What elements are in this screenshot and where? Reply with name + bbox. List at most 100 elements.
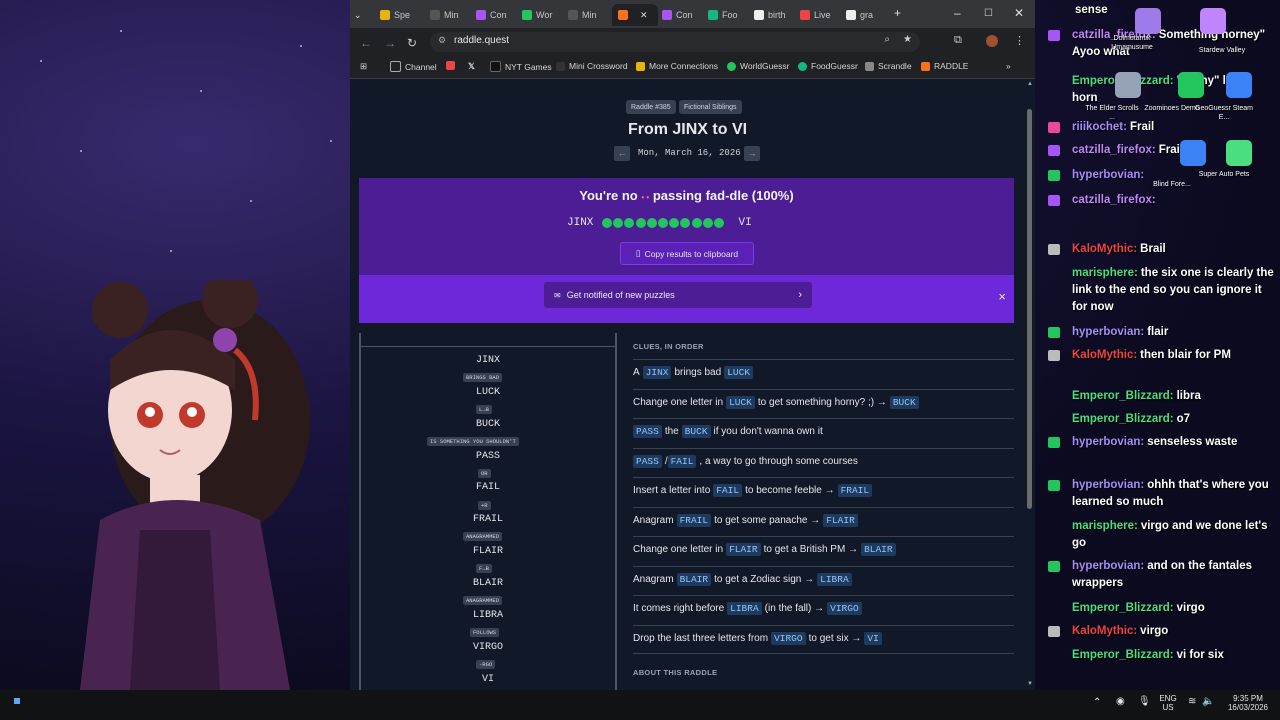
clock[interactable]: 9:35 PM 16/03/2026 (1222, 694, 1274, 712)
extensions-icon[interactable]: ⧉ (954, 34, 962, 47)
headline-part: passing fad-dle (100%) (652, 188, 794, 203)
back-icon[interactable]: ← (360, 36, 372, 50)
tab[interactable]: Con (476, 4, 516, 26)
date-text: 16/03/2026 (1227, 703, 1269, 712)
chat-message: hyperbovian: senseless waste (1072, 434, 1277, 451)
prev-day-button[interactable]: ← (614, 146, 630, 161)
desktop-app-icon[interactable] (1226, 72, 1252, 98)
clue-word: BUCK (889, 395, 919, 409)
clue-row: PASS the BUCK if you don't wanna own it (633, 418, 1014, 444)
progress-dot (602, 218, 612, 228)
notify-button[interactable]: ✉ Get notified of new puzzles › (544, 282, 812, 308)
wifi-icon[interactable]: ≋ (1188, 696, 1196, 707)
chat-username: hyperbovian: (1072, 169, 1145, 181)
chat-message: hyperbovian: ohhh that's where you learne… (1072, 477, 1277, 511)
tab[interactable]: Min (430, 4, 470, 26)
bookmark-label: NYT Games (505, 61, 552, 72)
clue-text: Anagram (633, 573, 674, 585)
tab-search-button[interactable]: ⌄ (354, 4, 370, 26)
bookmark-raddle[interactable]: RADDLE (921, 61, 968, 71)
chat-message: Emperor_Blizzard: o7 (1072, 411, 1277, 428)
clue-text: to get six → (808, 632, 862, 644)
apps-icon[interactable]: ⊞ (360, 61, 367, 72)
desktop-app-icon[interactable] (1200, 8, 1226, 34)
tab[interactable]: birth (754, 4, 794, 26)
close-notify-icon[interactable]: × (998, 289, 1006, 304)
tray-app-icon[interactable]: ◉ (1116, 696, 1125, 707)
youtube-bookmark-icon[interactable] (446, 61, 459, 70)
bookmark-nyt-games[interactable]: NYT Games (490, 61, 552, 72)
lang-text: ENG (1159, 694, 1177, 703)
start-icon[interactable] (14, 698, 20, 704)
tab[interactable]: Con (662, 4, 702, 26)
ladder-connector: L→B (476, 405, 492, 414)
bookmark-label: WorldGuessr (740, 61, 790, 71)
tab[interactable]: Min (568, 4, 608, 26)
result-headline: You're no • • passing fad-dle (100%) (359, 188, 1014, 203)
desktop-app-icon[interactable] (1226, 140, 1252, 166)
zoom-icon[interactable]: ⌕ (884, 34, 890, 45)
profile-avatar[interactable] (986, 35, 998, 47)
bookmark-star-icon[interactable]: ★ (903, 34, 912, 45)
chat-username: marisphere: (1072, 267, 1138, 279)
clue-text: Insert a letter into (633, 485, 711, 496)
copy-results-button[interactable]: ▯ Copy results to clipboard (620, 242, 754, 265)
more-bookmarks-icon[interactable]: » (1006, 61, 1011, 71)
puzzle-date: Mon, March 16, 2026 (638, 148, 741, 158)
chat-text: Frail (1129, 121, 1155, 133)
desktop-app-icon[interactable] (1178, 72, 1204, 98)
bookmark-worldguessr[interactable]: WorldGuessr (727, 61, 789, 71)
site-info-icon[interactable]: ⚙ (438, 35, 446, 46)
microphone-icon[interactable]: 🎙 (1138, 696, 1151, 707)
progress-dot (669, 218, 680, 228)
x-bookmark-icon[interactable]: 𝕏 (468, 61, 475, 72)
tab[interactable]: gra (846, 4, 886, 26)
desktop-app-label: Zoominoes Demo (1144, 105, 1200, 112)
ladder-word: VI (481, 674, 494, 685)
language-indicator[interactable]: ENG US (1154, 694, 1182, 712)
address-bar[interactable]: ⚙ raddle.quest ⌕ ★ (430, 32, 920, 52)
tray-chevron-icon[interactable]: ⌃ (1093, 697, 1101, 708)
scroll-down-icon[interactable]: ▼ (1027, 681, 1033, 687)
new-tab-icon[interactable]: + (894, 6, 901, 20)
bookmark-scrandle[interactable]: Scrandle (865, 61, 912, 71)
desktop-app-icon[interactable] (1135, 8, 1161, 34)
bookmark-label: More Connections (649, 61, 718, 71)
bookmark-more-connections[interactable]: More Connections (636, 61, 718, 71)
tab-favicon-icon (430, 10, 440, 20)
tab[interactable]: Spe (380, 4, 424, 26)
tab-active[interactable]: ✕ (612, 4, 658, 26)
forward-icon[interactable]: → (384, 36, 396, 50)
bookmark-channel[interactable]: Channel (390, 61, 437, 72)
menu-icon[interactable]: ⋮ (1014, 34, 1025, 47)
close-tab-icon[interactable]: ✕ (640, 10, 648, 21)
ladder-connector: BRINGS BAD (463, 373, 503, 382)
reload-icon[interactable]: ↻ (407, 36, 417, 50)
bookmark-mini-crossword[interactable]: Mini Crossword (556, 61, 628, 71)
next-day-button[interactable]: → (744, 146, 760, 161)
tab[interactable]: Wor (522, 4, 562, 26)
nyt-icon (490, 61, 501, 72)
scroll-up-icon[interactable]: ▲ (1027, 81, 1033, 87)
tab[interactable]: Foo (708, 4, 748, 26)
desktop-app-icon[interactable] (1180, 140, 1206, 166)
chat-username: marisphere: (1072, 520, 1138, 532)
desktop-app-label: The Elder Scrolls ... (1085, 105, 1139, 121)
volume-icon[interactable]: 🔈 (1202, 696, 1214, 707)
desktop-app-label: Blind Fore... (1153, 181, 1191, 188)
chat-badge-icon (1048, 145, 1060, 156)
close-window-icon[interactable]: ✕ (1014, 6, 1024, 20)
minimize-icon[interactable]: – (954, 6, 961, 20)
desktop-app-label: Stardew Valley (1198, 47, 1246, 54)
desktop-app-icon[interactable] (1115, 72, 1141, 98)
maximize-icon[interactable]: ☐ (984, 8, 993, 19)
scrollbar-thumb[interactable] (1027, 109, 1032, 509)
chat-message: Emperor_Blizzard: vi for six (1072, 647, 1277, 664)
chat-badge-icon (1048, 561, 1060, 572)
tab[interactable]: Live (800, 4, 840, 26)
clue-word: FAIL (667, 454, 697, 468)
bookmark-foodguessr[interactable]: FoodGuessr (798, 61, 858, 71)
chevron-right-icon: › (798, 289, 802, 301)
clue-row: Anagram BLAIR to get a Zodiac sign → LIBRA (633, 565, 1014, 592)
region-text: US (1162, 703, 1174, 712)
